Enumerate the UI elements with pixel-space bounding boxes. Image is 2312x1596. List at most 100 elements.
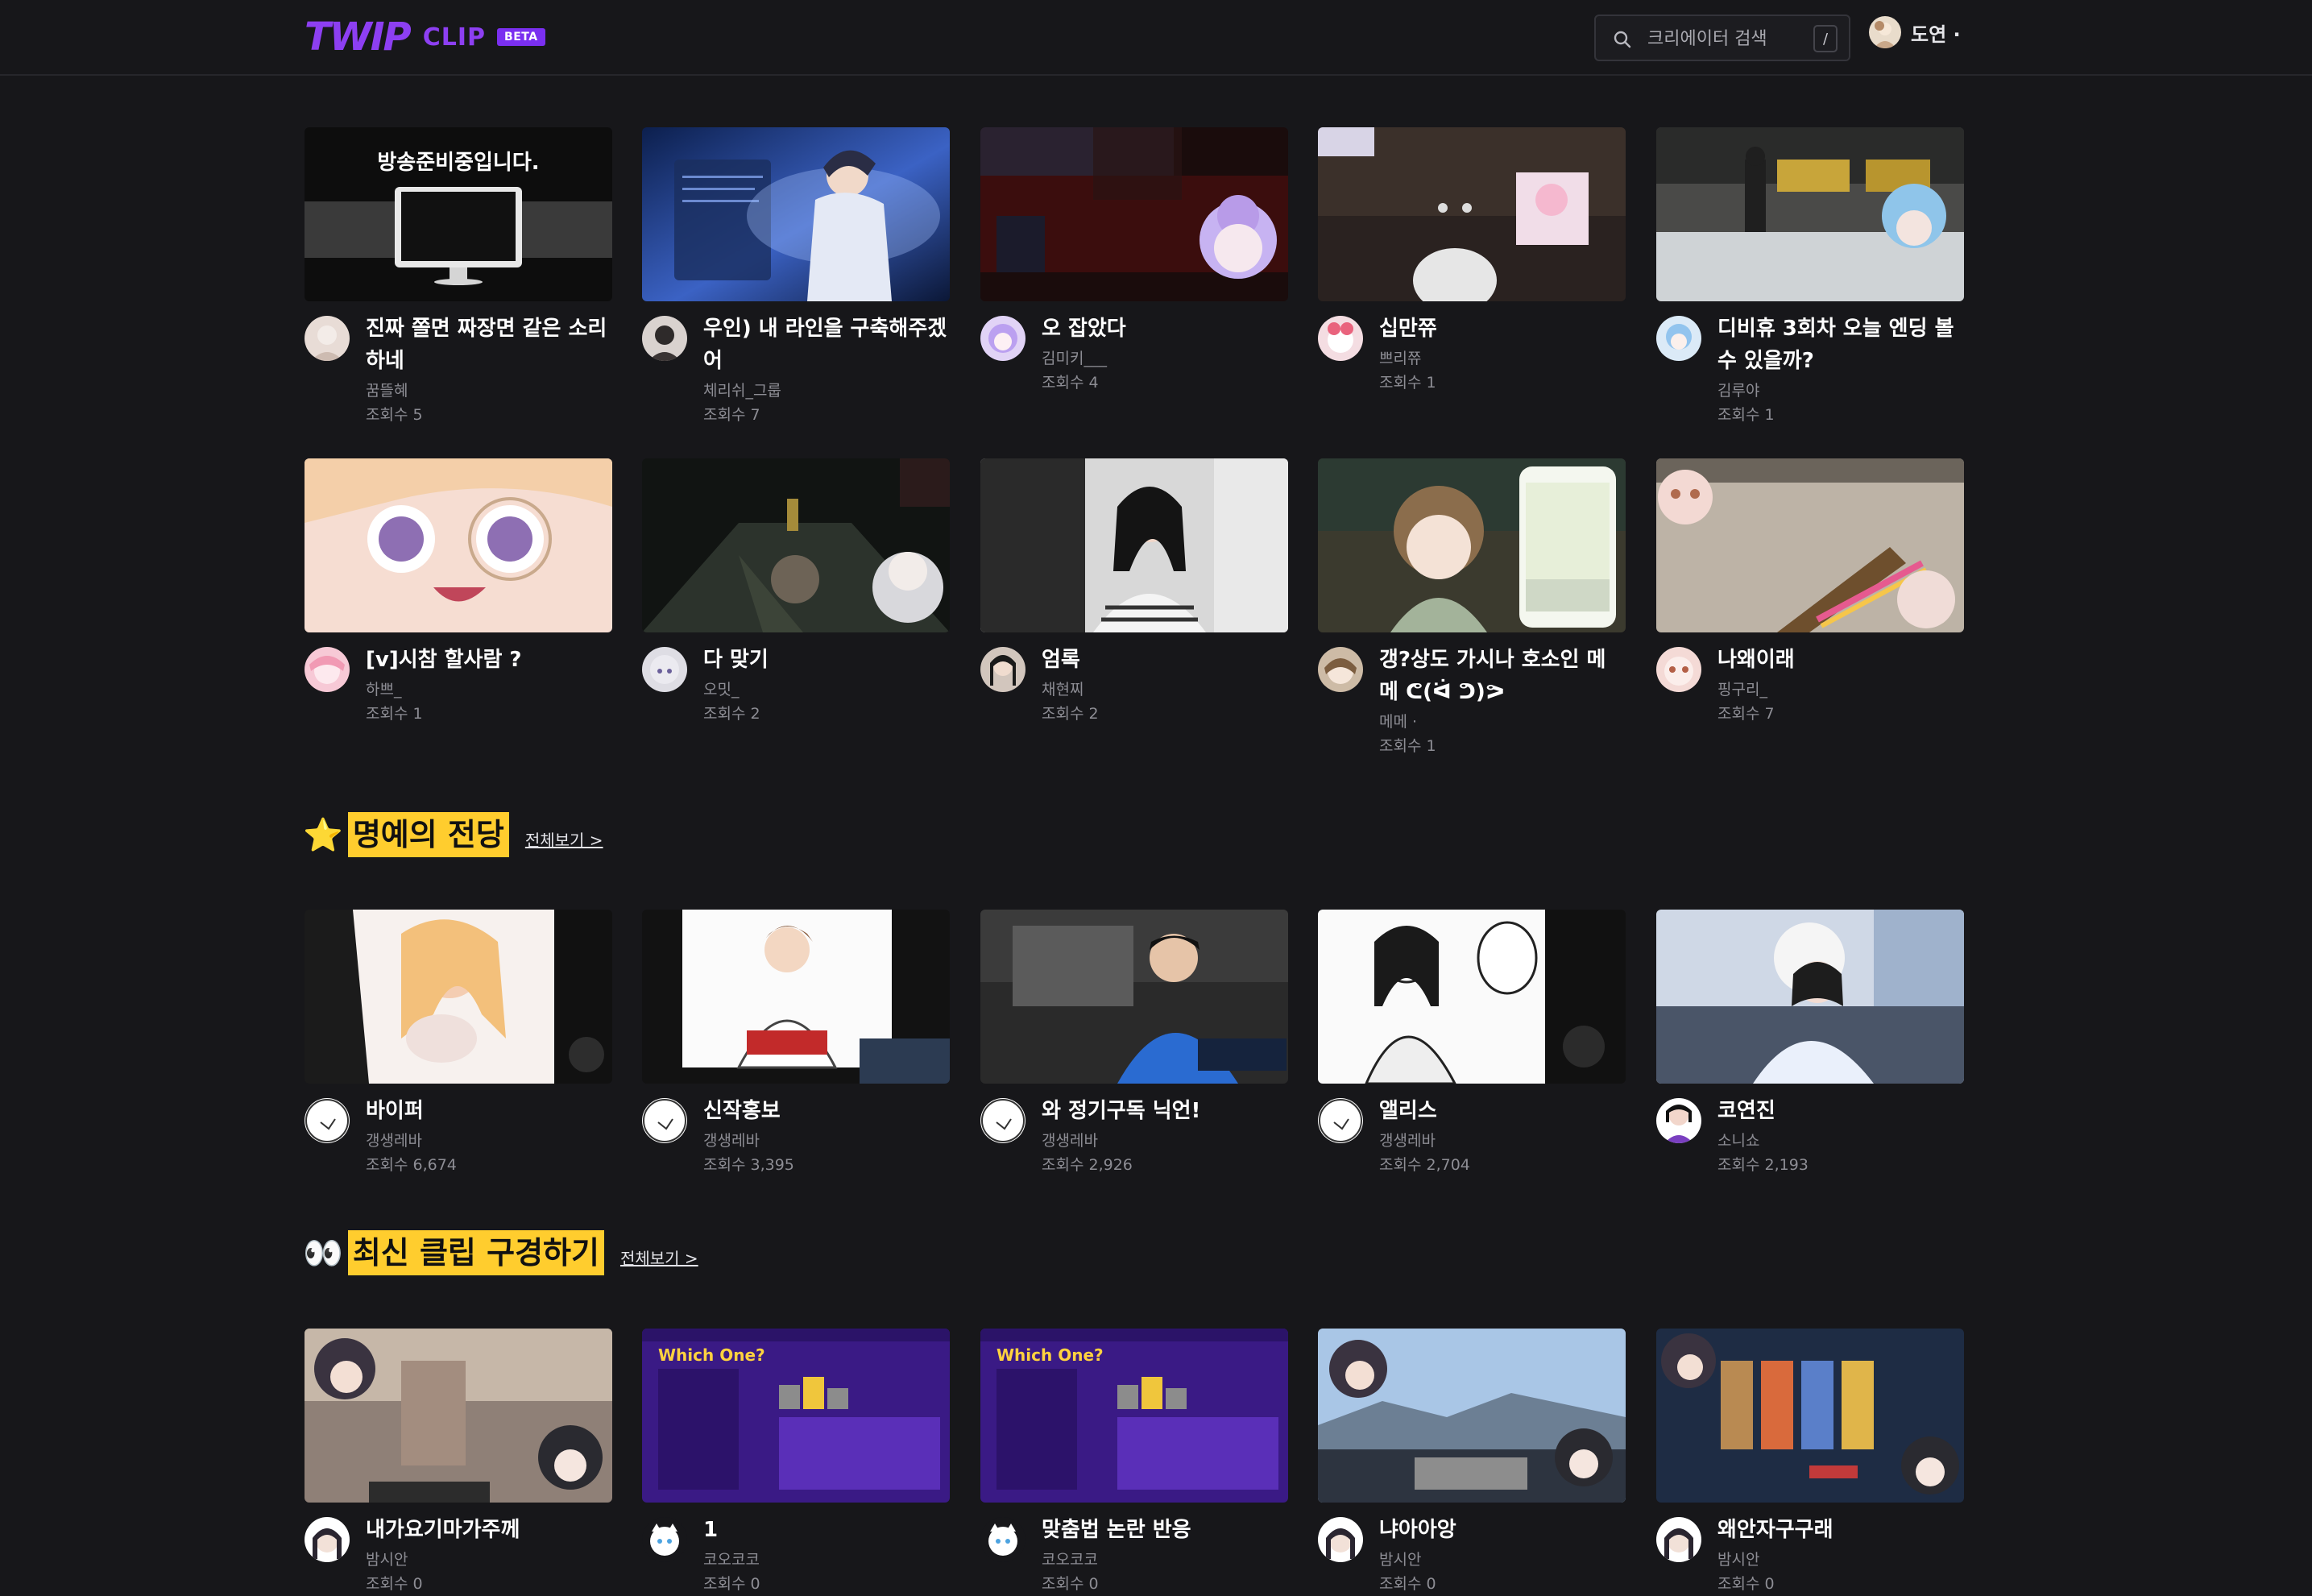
clip-title[interactable]: 우인) 내 라인을 구축해주겠어 (703, 313, 948, 377)
creator-avatar[interactable] (980, 316, 1025, 361)
clip-title[interactable]: 코연진 (1717, 1095, 1962, 1127)
beta-badge: BETA (497, 28, 545, 46)
clip-thumbnail[interactable] (1656, 1329, 1964, 1503)
clip-thumbnail[interactable] (980, 458, 1288, 632)
creator-name[interactable]: 갱생레바 (703, 1129, 945, 1153)
view-count: 조회수 0 (1717, 1575, 1775, 1593)
view-all-link[interactable]: 전체보기 > (525, 827, 603, 851)
creator-name[interactable]: 밤시안 (366, 1548, 607, 1572)
clip-title[interactable]: 맞춤법 논란 반응 (1042, 1514, 1287, 1546)
clip-thumbnail[interactable] (1318, 127, 1626, 301)
clip-title[interactable]: 냐아아앙 (1379, 1514, 1624, 1546)
creator-avatar[interactable] (980, 1517, 1025, 1562)
creator-avatar[interactable] (642, 1098, 687, 1143)
creator-name[interactable]: 하쁘_ (366, 678, 607, 702)
thumb-caption: Which One? (996, 1345, 1104, 1365)
user-name: 도연 · (1911, 23, 1961, 46)
creator-search-box[interactable]: / (1594, 15, 1850, 61)
clip-title[interactable]: 디비휴 3회차 오늘 엔딩 볼 수 있을까? (1717, 313, 1962, 377)
clip-thumbnail[interactable] (1318, 1329, 1626, 1503)
creator-name[interactable]: 코오코코 (1042, 1548, 1283, 1572)
creator-name[interactable]: 코오코코 (703, 1548, 945, 1572)
creator-name[interactable]: 갱생레바 (1379, 1129, 1621, 1153)
clip-title[interactable]: 1 (703, 1514, 948, 1546)
clip-title[interactable]: 와 정기구독 닉언! (1042, 1095, 1287, 1127)
clip-title[interactable]: 십만쮸 (1379, 313, 1624, 345)
creator-avatar[interactable] (1656, 1098, 1701, 1143)
clip-thumbnail[interactable]: Which One? (642, 1329, 950, 1503)
creator-name[interactable]: 밤시안 (1379, 1548, 1621, 1572)
creator-name[interactable]: 김미키___ (1042, 346, 1283, 371)
creator-name[interactable]: 오밋_ (703, 678, 945, 702)
view-count: 조회수 1 (366, 705, 423, 723)
clip-thumbnail[interactable] (305, 458, 612, 632)
clip-title[interactable]: 내가요기마가주께 (366, 1514, 611, 1546)
view-count: 조회수 1 (1717, 406, 1775, 424)
clip-title[interactable]: 다 맞기 (703, 644, 948, 676)
creator-name[interactable]: 메메 · (1379, 710, 1621, 734)
clip-title[interactable]: 갱?상도 가시나 호소인 메메 ᕦ(ᐛ ᕤ)ᕗ (1379, 644, 1624, 708)
twip-clip-logo[interactable]: TWIP CLIP BETA (305, 15, 545, 60)
clip-title[interactable]: 오 잡았다 (1042, 313, 1287, 345)
creator-avatar[interactable] (305, 316, 350, 361)
creator-name[interactable]: 갱생레바 (1042, 1129, 1283, 1153)
creator-avatar[interactable] (980, 1098, 1025, 1143)
creator-avatar[interactable] (642, 316, 687, 361)
creator-avatar[interactable] (980, 647, 1025, 692)
creator-name[interactable]: 채현찌 (1042, 678, 1283, 702)
clip-title[interactable]: 왜안자구구래 (1717, 1514, 1962, 1546)
view-count: 조회수 2,926 (1042, 1156, 1133, 1174)
clip-thumbnail[interactable] (980, 127, 1288, 301)
creator-name[interactable]: 체리쉬_그룹 (703, 379, 945, 403)
creator-avatar[interactable] (642, 647, 687, 692)
creator-name[interactable]: 김루야 (1717, 379, 1959, 403)
view-count: 조회수 4 (1042, 374, 1099, 392)
clip-title[interactable]: 엄록 (1042, 644, 1287, 676)
search-input[interactable] (1647, 24, 1792, 53)
clip-title[interactable]: 앨리스 (1379, 1095, 1624, 1127)
creator-name[interactable]: 갱생레바 (366, 1129, 607, 1153)
clip-thumbnail[interactable]: Which One? (980, 1329, 1288, 1503)
creator-avatar[interactable] (305, 1098, 350, 1143)
clip-title[interactable]: [v]시참 할사람 ? (366, 644, 611, 676)
logo-twip-text: TWIP (305, 15, 412, 60)
clip-thumbnail[interactable]: 방송준비중입니다. (305, 127, 612, 301)
clip-thumbnail[interactable] (1318, 458, 1626, 632)
clip-thumbnail[interactable] (642, 458, 950, 632)
view-count: 조회수 0 (366, 1575, 423, 1593)
creator-name[interactable]: 핑구리_ (1717, 678, 1959, 702)
creator-name[interactable]: 꿈뜰혜 (366, 379, 607, 403)
clip-thumbnail[interactable] (1318, 910, 1626, 1084)
clip-title[interactable]: 나왜이래 (1717, 644, 1962, 676)
view-count: 조회수 0 (1042, 1575, 1099, 1593)
creator-name[interactable]: 소니쇼 (1717, 1129, 1959, 1153)
search-shortcut-key: / (1813, 25, 1838, 52)
creator-avatar[interactable] (1318, 1098, 1363, 1143)
clip-thumbnail[interactable] (980, 910, 1288, 1084)
clip-thumbnail[interactable] (305, 1329, 612, 1503)
clip-title[interactable]: 바이퍼 (366, 1095, 611, 1127)
clip-thumbnail[interactable] (642, 910, 950, 1084)
clip-thumbnail[interactable] (305, 910, 612, 1084)
section-title: 최신 클립 구경하기 (347, 1230, 604, 1275)
creator-avatar[interactable] (305, 647, 350, 692)
creator-avatar[interactable] (305, 1517, 350, 1562)
clip-thumbnail[interactable] (1656, 910, 1964, 1084)
user-avatar (1869, 16, 1901, 48)
view-all-link[interactable]: 전체보기 > (620, 1246, 698, 1269)
clip-title[interactable]: 신작홍보 (703, 1095, 948, 1127)
clip-title[interactable]: 진짜 쫄면 짜장면 같은 소리 하네 (366, 313, 611, 377)
clip-thumbnail[interactable] (642, 127, 950, 301)
creator-avatar[interactable] (1318, 316, 1363, 361)
clip-thumbnail[interactable] (1656, 458, 1964, 632)
creator-avatar[interactable] (1318, 647, 1363, 692)
creator-avatar[interactable] (1656, 316, 1701, 361)
creator-avatar[interactable] (1656, 647, 1701, 692)
clip-thumbnail[interactable] (1656, 127, 1964, 301)
user-menu[interactable]: 도연 · (1869, 16, 1961, 48)
creator-avatar[interactable] (1318, 1517, 1363, 1562)
creator-name[interactable]: 밤시안 (1717, 1548, 1959, 1572)
creator-avatar[interactable] (1656, 1517, 1701, 1562)
creator-name[interactable]: 쁘리쮸 (1379, 346, 1621, 371)
creator-avatar[interactable] (642, 1517, 687, 1562)
